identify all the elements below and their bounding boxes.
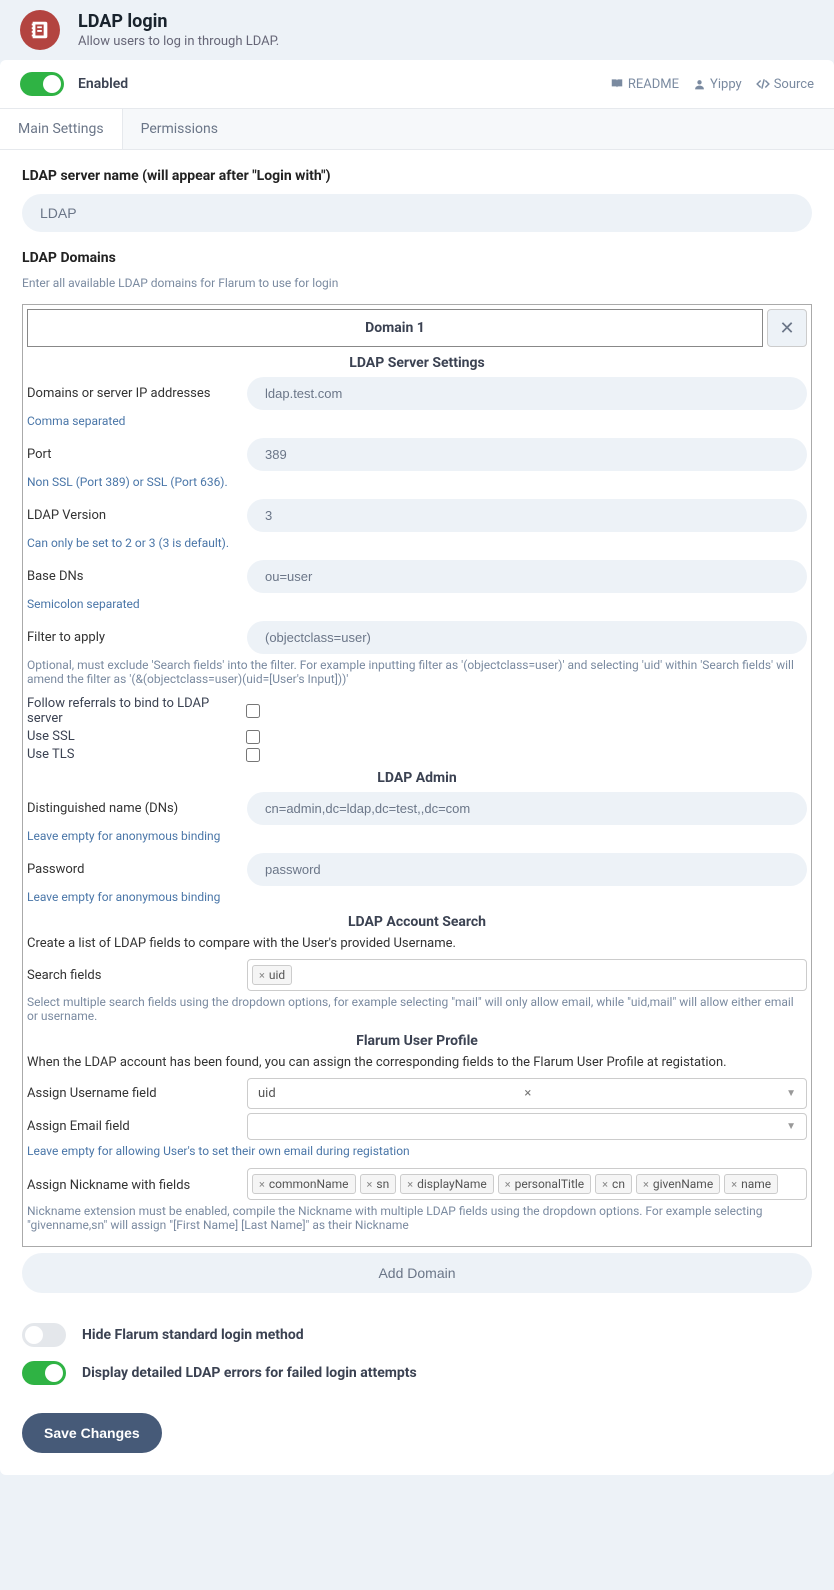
domain-title: Domain 1 [27, 309, 763, 347]
dn-input[interactable] [247, 792, 807, 825]
domains-field-hint: Comma separated [27, 414, 807, 428]
use-tls-checkbox[interactable] [246, 748, 260, 762]
caret-down-icon: ▼ [786, 1088, 796, 1099]
filter-input[interactable] [247, 621, 807, 654]
enabled-label: Enabled [78, 76, 128, 92]
domains-hint: Enter all available LDAP domains for Fla… [22, 276, 812, 290]
user-profile-heading: Flarum User Profile [27, 1033, 807, 1049]
hide-login-label: Hide Flarum standard login method [82, 1327, 304, 1343]
page-title: LDAP login [78, 11, 279, 32]
domains-field-label: Domains or server IP addresses [27, 386, 247, 401]
display-errors-label: Display detailed LDAP errors for failed … [82, 1365, 417, 1381]
extension-icon [20, 10, 60, 50]
base-dns-hint: Semicolon separated [27, 597, 807, 611]
caret-down-icon: ▼ [786, 1121, 796, 1132]
add-domain-button[interactable]: Add Domain [22, 1253, 812, 1293]
user-icon [693, 78, 706, 91]
use-tls-label: Use TLS [27, 747, 242, 762]
email-select[interactable]: ▼ [247, 1113, 807, 1140]
use-ssl-label: Use SSL [27, 729, 242, 744]
account-search-desc: Create a list of LDAP fields to compare … [27, 936, 807, 951]
remove-tag-icon[interactable]: × [407, 1178, 413, 1191]
tag-item: ×commonName [252, 1174, 356, 1194]
tag-item: ×name [724, 1174, 778, 1194]
port-hint: Non SSL (Port 389) or SSL (Port 636). [27, 475, 807, 489]
tag-item: ×personalTitle [498, 1174, 591, 1194]
nickname-hint: Nickname extension must be enabled, comp… [27, 1204, 807, 1232]
search-fields-label: Search fields [27, 968, 247, 983]
domains-input[interactable] [247, 377, 807, 410]
follow-referrals-label: Follow referrals to bind to LDAP server [27, 696, 242, 726]
filter-label: Filter to apply [27, 630, 247, 645]
nickname-tagbox[interactable]: ×commonName×sn×displayName×personalTitle… [247, 1168, 807, 1200]
tag-item: ×cn [595, 1174, 632, 1194]
tag-item: ×sn [360, 1174, 397, 1194]
domain-close-button[interactable]: ✕ [767, 309, 807, 347]
close-icon: ✕ [779, 318, 794, 339]
ldap-admin-heading: LDAP Admin [27, 770, 807, 786]
remove-tag-icon[interactable]: × [259, 969, 265, 982]
remove-tag-icon[interactable]: × [602, 1178, 608, 1191]
port-label: Port [27, 447, 247, 462]
save-button[interactable]: Save Changes [22, 1413, 162, 1453]
email-hint: Leave empty for allowing User's to set t… [27, 1144, 807, 1158]
tab-permissions[interactable]: Permissions [123, 109, 236, 149]
source-link[interactable]: Source [756, 77, 814, 92]
domain-panel: Domain 1 ✕ LDAP Server Settings Domains … [22, 304, 812, 1247]
user-profile-desc: When the LDAP account has been found, yo… [27, 1055, 807, 1070]
server-name-input[interactable] [22, 194, 812, 232]
dn-label: Distinguished name (DNs) [27, 801, 247, 816]
author-link[interactable]: Yippy [693, 77, 742, 92]
nickname-fields-label: Assign Nickname with fields [27, 1168, 247, 1193]
email-field-label: Assign Email field [27, 1119, 247, 1134]
book-icon [610, 77, 624, 91]
search-fields-hint: Select multiple search fields using the … [27, 995, 807, 1023]
code-icon [756, 77, 770, 91]
remove-tag-icon[interactable]: × [367, 1178, 373, 1191]
remove-tag-icon[interactable]: × [259, 1178, 265, 1191]
page-subtitle: Allow users to log in through LDAP. [78, 34, 279, 49]
page-header: LDAP login Allow users to log in through… [0, 0, 834, 60]
username-select[interactable]: uid × ▼ [247, 1078, 807, 1109]
password-label: Password [27, 862, 247, 877]
port-input[interactable] [247, 438, 807, 471]
remove-tag-icon[interactable]: × [731, 1178, 737, 1191]
tabbar: Main Settings Permissions [0, 109, 834, 150]
server-settings-heading: LDAP Server Settings [27, 355, 807, 371]
search-fields-tagbox[interactable]: ×uid [247, 959, 807, 991]
dn-hint: Leave empty for anonymous binding [27, 829, 807, 843]
version-hint: Can only be set to 2 or 3 (3 is default)… [27, 536, 807, 550]
tag-item: ×givenName [636, 1174, 720, 1194]
remove-tag-icon[interactable]: × [643, 1178, 649, 1191]
use-ssl-checkbox[interactable] [246, 730, 260, 744]
domains-label: LDAP Domains [22, 250, 812, 266]
password-input[interactable] [247, 853, 807, 886]
topbar: Enabled README Yippy Source [0, 60, 834, 109]
display-errors-toggle[interactable] [22, 1361, 66, 1385]
follow-referrals-checkbox[interactable] [246, 704, 260, 718]
password-hint: Leave empty for anonymous binding [27, 890, 807, 904]
filter-hint: Optional, must exclude 'Search fields' i… [27, 658, 807, 686]
version-input[interactable] [247, 499, 807, 532]
base-dns-label: Base DNs [27, 569, 247, 584]
clear-icon[interactable]: × [524, 1086, 531, 1101]
tag-item: ×uid [252, 965, 292, 985]
version-label: LDAP Version [27, 508, 247, 523]
readme-link[interactable]: README [610, 77, 679, 92]
username-field-label: Assign Username field [27, 1086, 247, 1101]
remove-tag-icon[interactable]: × [505, 1178, 511, 1191]
tab-main-settings[interactable]: Main Settings [0, 109, 123, 149]
enabled-toggle[interactable] [20, 72, 64, 96]
account-search-heading: LDAP Account Search [27, 914, 807, 930]
hide-login-toggle[interactable] [22, 1323, 66, 1347]
server-name-label: LDAP server name (will appear after "Log… [22, 168, 812, 184]
base-dns-input[interactable] [247, 560, 807, 593]
tag-item: ×displayName [400, 1174, 494, 1194]
